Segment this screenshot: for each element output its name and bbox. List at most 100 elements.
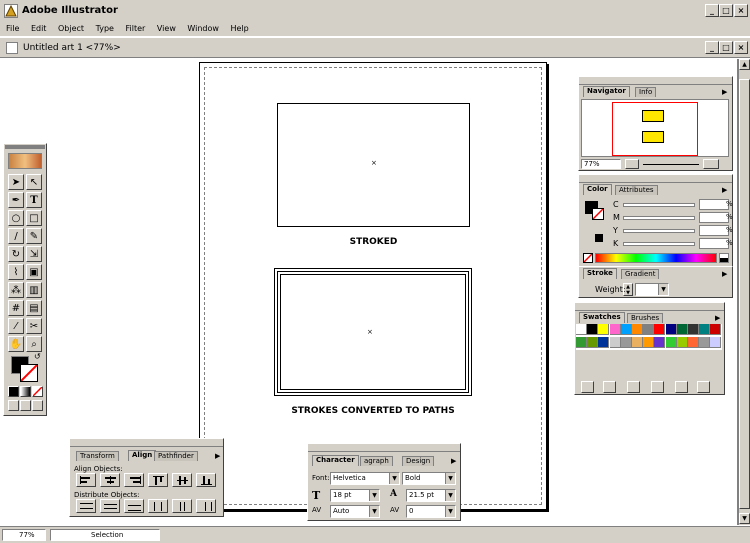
swatch-20[interactable] — [654, 337, 666, 348]
gradient-mode-button[interactable] — [20, 386, 31, 397]
chevron-down-icon[interactable]: ▼ — [445, 490, 455, 501]
leading-field[interactable]: 21.5 pt ▼ — [406, 489, 456, 502]
swatch-22[interactable] — [676, 337, 688, 348]
swatch-11[interactable] — [699, 324, 711, 335]
doc-close-button[interactable]: × — [734, 41, 748, 54]
navigator-preview[interactable] — [581, 99, 729, 157]
hand-tool[interactable]: ✋ — [8, 336, 24, 352]
tab-mm-design[interactable]: Design — [402, 456, 435, 466]
distribute-vcenter-button[interactable] — [100, 499, 120, 513]
panel-menu-icon[interactable]: ▶ — [722, 186, 727, 194]
distribute-bottom-button[interactable] — [124, 499, 144, 513]
status-zoom[interactable]: 77% — [2, 529, 46, 541]
panel-menu-icon[interactable]: ▶ — [451, 457, 456, 465]
chevron-down-icon[interactable]: ▼ — [445, 473, 455, 484]
chevron-down-icon[interactable]: ▼ — [389, 473, 399, 484]
distribute-top-button[interactable] — [76, 499, 96, 513]
scroll-down-button[interactable]: ▼ — [739, 513, 750, 524]
free-transform-tool[interactable]: ▣ — [26, 264, 42, 280]
doc-minimize-button[interactable]: _ — [705, 41, 719, 54]
y-slider[interactable] — [623, 229, 695, 233]
tab-attributes[interactable]: Attributes — [615, 185, 658, 195]
menu-view[interactable]: View — [157, 24, 176, 33]
m-value[interactable] — [699, 212, 729, 223]
panel-menu-icon[interactable]: ▶ — [715, 314, 720, 322]
menu-help[interactable]: Help — [231, 24, 249, 33]
tracking-field[interactable]: 0 ▼ — [406, 505, 456, 518]
chevron-down-icon[interactable]: ▼ — [369, 506, 379, 517]
toolbox-titlebar[interactable] — [5, 145, 45, 149]
kerning-field[interactable]: Auto ▼ — [330, 505, 380, 518]
swatch-8[interactable] — [665, 324, 677, 335]
none-mode-button[interactable] — [32, 386, 43, 397]
warp-tool[interactable]: ⌇ — [8, 264, 24, 280]
distribute-right-button[interactable] — [196, 499, 216, 513]
minimize-button[interactable]: _ — [705, 4, 719, 17]
chevron-down-icon[interactable]: ▼ — [445, 506, 455, 517]
screen-mode-1[interactable] — [8, 400, 19, 411]
color-spectrum[interactable] — [595, 253, 717, 263]
vertical-scrollbar[interactable]: ▲ ▼ — [738, 59, 750, 525]
stroke-swatch[interactable] — [20, 364, 38, 382]
swatch-16[interactable] — [609, 337, 621, 348]
tab-stroke[interactable]: Stroke — [583, 268, 617, 279]
swatch-12[interactable] — [710, 324, 722, 335]
zoom-in-button[interactable] — [703, 159, 719, 169]
font-style-field[interactable]: Bold ▼ — [402, 472, 456, 485]
distribute-left-button[interactable] — [148, 499, 168, 513]
align-right-button[interactable] — [124, 473, 144, 487]
swatch-13[interactable] — [576, 337, 587, 348]
swatch-25[interactable] — [710, 337, 722, 348]
swatch-19[interactable] — [643, 337, 655, 348]
scroll-up-button[interactable]: ▲ — [739, 59, 750, 70]
align-left-button[interactable] — [76, 473, 96, 487]
spectrum-black-white[interactable] — [719, 253, 729, 263]
swatch-17[interactable] — [620, 337, 632, 348]
swatch-10[interactable] — [688, 324, 699, 335]
menu-file[interactable]: File — [6, 24, 19, 33]
swatch-14[interactable] — [587, 337, 599, 348]
swatch-24[interactable] — [699, 337, 711, 348]
tab-info[interactable]: Info — [635, 87, 657, 97]
zoom-slider[interactable] — [643, 164, 699, 165]
panel-menu-icon[interactable]: ▶ — [215, 452, 220, 460]
weight-stepper[interactable]: ▲ ▼ — [623, 283, 633, 296]
scroll-thumb[interactable] — [739, 79, 750, 509]
tab-color[interactable]: Color — [583, 184, 612, 195]
weight-field[interactable]: ▼ — [635, 283, 669, 296]
symbol-sprayer-tool[interactable]: ⁂ — [8, 282, 24, 298]
swatch-5[interactable] — [632, 324, 643, 335]
tab-gradient[interactable]: Gradient — [621, 269, 660, 279]
tab-transform[interactable]: Transform — [76, 451, 119, 461]
swatch-23[interactable] — [688, 337, 699, 348]
mesh-tool[interactable]: # — [8, 300, 24, 316]
screen-mode-3[interactable] — [32, 400, 43, 411]
delete-swatch-button[interactable] — [697, 381, 710, 393]
paintbrush-tool[interactable]: / — [8, 228, 24, 244]
last-color-box[interactable] — [595, 234, 603, 242]
swatch-4[interactable] — [620, 324, 632, 335]
distribute-hcenter-button[interactable] — [172, 499, 192, 513]
show-gradient-button[interactable] — [627, 381, 640, 393]
zoom-out-button[interactable] — [625, 159, 639, 169]
navigator-zoom-field[interactable]: 77% — [581, 159, 621, 169]
pencil-tool[interactable]: ✎ — [26, 228, 42, 244]
tab-paragraph[interactable]: agraph — [360, 456, 393, 466]
panel-menu-icon[interactable]: ▶ — [722, 270, 727, 278]
align-top-button[interactable] — [148, 473, 168, 487]
swap-icon[interactable]: ↺ — [34, 352, 41, 361]
color-stroke-box[interactable] — [592, 208, 604, 220]
direct-selection-tool[interactable]: ↖ — [26, 174, 42, 190]
panel-grip[interactable] — [308, 444, 460, 452]
tab-navigator[interactable]: Navigator — [583, 86, 630, 97]
tab-align[interactable]: Align — [128, 450, 157, 461]
show-pattern-button[interactable] — [651, 381, 664, 393]
tab-swatches[interactable]: Swatches — [579, 312, 625, 323]
graph-tool[interactable]: ▥ — [26, 282, 42, 298]
pen-tool[interactable]: ✒ — [8, 192, 24, 208]
panel-grip[interactable] — [575, 303, 724, 311]
tab-pathfinder[interactable]: Pathfinder — [154, 451, 198, 461]
status-tool[interactable]: Selection — [50, 529, 160, 541]
swatch-9[interactable] — [676, 324, 688, 335]
rotate-tool[interactable]: ↻ — [8, 246, 24, 262]
